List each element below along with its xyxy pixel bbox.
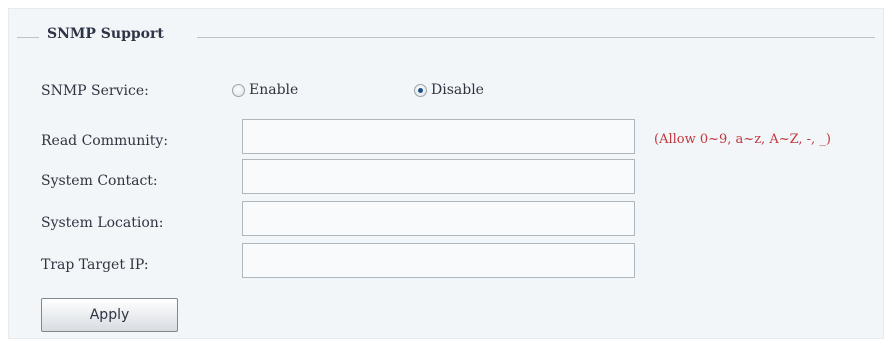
apply-button[interactable]: Apply [41, 298, 178, 332]
system-location-label: System Location: [41, 215, 164, 231]
system-location-input[interactable] [242, 201, 635, 236]
disable-radio-button[interactable] [414, 83, 427, 97]
disable-radio-option[interactable]: Disable [414, 82, 484, 98]
section-divider-left [17, 37, 39, 38]
system-contact-input[interactable] [242, 159, 635, 194]
system-contact-label: System Contact: [41, 173, 158, 189]
enable-radio-button[interactable] [232, 83, 245, 97]
section-title: SNMP Support [47, 26, 164, 42]
read-community-input[interactable] [242, 119, 635, 154]
trap-target-ip-input[interactable] [242, 243, 635, 278]
enable-radio-label[interactable]: Enable [249, 82, 298, 98]
enable-radio-option[interactable]: Enable [232, 82, 298, 98]
read-community-label: Read Community: [41, 133, 169, 149]
snmp-service-label: SNMP Service: [41, 83, 149, 99]
read-community-hint: (Allow 0~9, a~z, A~Z, -, _) [654, 132, 831, 147]
section-divider-right [197, 37, 875, 38]
disable-radio-label[interactable]: Disable [431, 82, 484, 98]
trap-target-ip-label: Trap Target IP: [41, 257, 149, 273]
snmp-support-panel: SNMP Support SNMP Service: Enable Disabl… [8, 8, 884, 339]
